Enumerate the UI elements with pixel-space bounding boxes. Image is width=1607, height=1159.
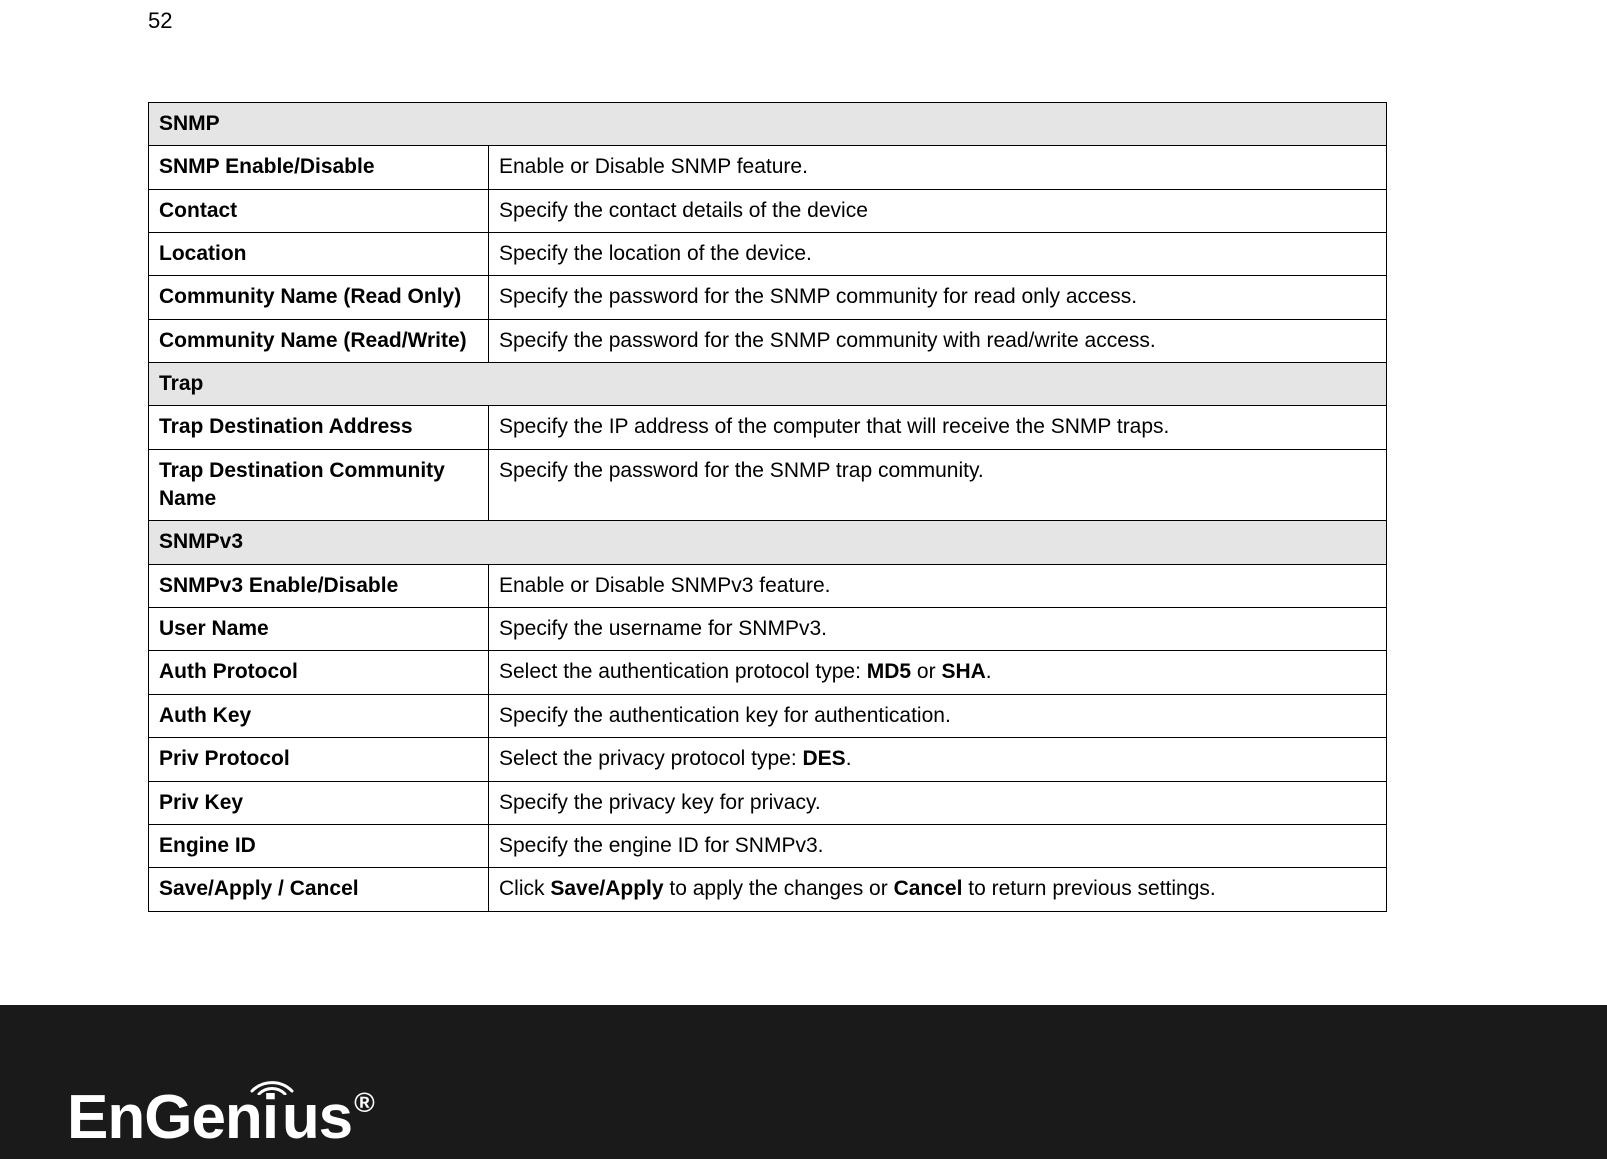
wifi-icon [247, 1065, 297, 1095]
row-desc: Specify the password for the SNMP commun… [489, 276, 1387, 319]
row-desc: Enable or Disable SNMP feature. [489, 146, 1387, 189]
text: Specify the engine ID for SNMPv3. [499, 834, 824, 857]
bold-text: Save/Apply [550, 877, 663, 900]
table-row: Priv Key Specify the privacy key for priv… [149, 781, 1387, 824]
table-row: Engine ID Specify the engine ID for SNMPv… [149, 824, 1387, 867]
table-row: SNMPv3 Enable/Disable Enable or Disable S… [149, 564, 1387, 607]
table-row: Location Specify the location of the devi… [149, 233, 1387, 276]
row-label: Contact [149, 189, 489, 232]
text: to return previous settings. [962, 877, 1215, 900]
text: Specify the contact details of the devic… [499, 199, 868, 222]
table-row: SNMP Enable/Disable Enable or Disable SNM… [149, 146, 1387, 189]
row-desc: Specify the password for the SNMP commun… [489, 319, 1387, 362]
text: to apply the changes or [664, 877, 894, 900]
registered-icon: ® [354, 1087, 375, 1119]
section-header: Trap [149, 363, 1387, 406]
row-desc: Enable or Disable SNMPv3 feature. [489, 564, 1387, 607]
row-label: Auth Protocol [149, 651, 489, 694]
row-desc: Specify the engine ID for SNMPv3. [489, 824, 1387, 867]
bold-text: MD5 [867, 660, 911, 683]
row-label: Trap Destination Community Name [149, 449, 489, 521]
row-label: Save/Apply / Cancel [149, 868, 489, 911]
row-desc: Select the privacy protocol type: DES. [489, 738, 1387, 781]
text: Enable or Disable SNMPv3 feature. [499, 574, 831, 597]
text: Specify the password for the SNMP commun… [499, 329, 1156, 352]
section-header-row: Trap [149, 363, 1387, 406]
page-number: 52 [148, 8, 172, 34]
row-label: Priv Key [149, 781, 489, 824]
text: Specify the username for SNMPv3. [499, 617, 827, 640]
row-desc: Specify the contact details of the devic… [489, 189, 1387, 232]
row-desc: Specify the location of the device. [489, 233, 1387, 276]
snmp-table: SNMPSNMP Enable/Disable Enable or Disable… [148, 102, 1387, 912]
section-header: SNMPv3 [149, 521, 1387, 564]
row-label: Auth Key [149, 694, 489, 737]
row-desc: Click Save/Apply to apply the changes or… [489, 868, 1387, 911]
table-row: Community Name (Read/Write) Specify the p… [149, 319, 1387, 362]
row-label: Community Name (Read/Write) [149, 319, 489, 362]
text: . [986, 660, 992, 683]
section-header-row: SNMPv3 [149, 521, 1387, 564]
brand-text-post: us [282, 1087, 352, 1149]
brand-logo: EnGen i us ® [67, 1087, 373, 1149]
table-row: Save/Apply / CancelClick Save/Apply to a… [149, 868, 1387, 911]
section-header-row: SNMP [149, 103, 1387, 146]
text: . [846, 747, 852, 770]
brand-text-i-wrap: i [262, 1087, 282, 1149]
row-desc: Specify the privacy key for privacy. [489, 781, 1387, 824]
section-header: SNMP [149, 103, 1387, 146]
snmp-table-wrap: SNMPSNMP Enable/Disable Enable or Disable… [148, 102, 1386, 912]
table-row: Community Name (Read Only) Specify the pa… [149, 276, 1387, 319]
row-desc: Specify the authentication key for authe… [489, 694, 1387, 737]
document-page: 52 SNMPSNMP Enable/Disable Enable or Disa… [0, 0, 1607, 1159]
table-row: User Name Specify the username for SNMPv3… [149, 608, 1387, 651]
table-row: Trap Destination Address Specify the IP a… [149, 406, 1387, 449]
row-label: User Name [149, 608, 489, 651]
text: Specify the password for the SNMP trap c… [499, 459, 984, 482]
text: Specify the IP address of the computer t… [499, 415, 1169, 438]
text: Select the authentication protocol type: [499, 660, 867, 683]
text: Click [499, 877, 550, 900]
table-row: Trap Destination Community Name Specify t… [149, 449, 1387, 521]
bold-text: SHA [941, 660, 985, 683]
bold-text: DES [803, 747, 846, 770]
text: Enable or Disable SNMP feature. [499, 155, 808, 178]
row-label: Priv Protocol [149, 738, 489, 781]
row-desc: Specify the password for the SNMP trap c… [489, 449, 1387, 521]
text: Specify the password for the SNMP commun… [499, 285, 1137, 308]
footer-bar: EnGen i us ® [0, 1005, 1607, 1159]
table-row: Contact Specify the contact details of th… [149, 189, 1387, 232]
row-label: Location [149, 233, 489, 276]
table-row: Priv ProtocolSelect the privacy protocol… [149, 738, 1387, 781]
text: or [911, 660, 941, 683]
table-row: Auth Key Specify the authentication key f… [149, 694, 1387, 737]
row-desc: Specify the username for SNMPv3. [489, 608, 1387, 651]
row-label: SNMPv3 Enable/Disable [149, 564, 489, 607]
brand-text-pre: EnGen [67, 1087, 262, 1149]
row-desc: Select the authentication protocol type:… [489, 651, 1387, 694]
row-label: Community Name (Read Only) [149, 276, 489, 319]
row-desc: Specify the IP address of the computer t… [489, 406, 1387, 449]
text: Specify the authentication key for authe… [499, 704, 951, 727]
text: Specify the privacy key for privacy. [499, 791, 821, 814]
table-row: Auth ProtocolSelect the authentication p… [149, 651, 1387, 694]
text: Select the privacy protocol type: [499, 747, 803, 770]
bold-text: Cancel [894, 877, 963, 900]
row-label: Trap Destination Address [149, 406, 489, 449]
row-label: SNMP Enable/Disable [149, 146, 489, 189]
row-label: Engine ID [149, 824, 489, 867]
text: Specify the location of the device. [499, 242, 812, 265]
